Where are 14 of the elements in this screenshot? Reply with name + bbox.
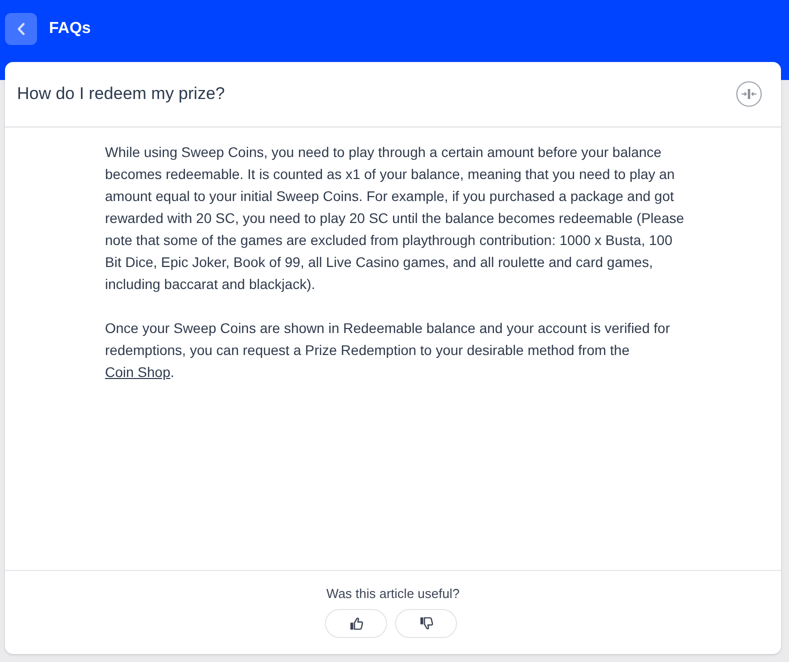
answer-paragraph: Once your Sweep Coins are shown in Redeemable balance and your account is verified for redemptions, you can request a Prize Redemption to your desirable method from the Coin Shop. — [105, 319, 671, 382]
collapse-button[interactable] — [736, 81, 762, 107]
answer-paragraph: While using Sweep Coins, you need to play through a certain amount before your balance becomes redeemable. It is counted as x1 of your balance, meaning that you need to play an amount equal to your initial Sweep Coins. For example, if you purchased a package and got rewarded with 20 SC, you need to play 20 SC until the balance becomes redeemable (Please note that some of the games are excluded from playthrough contribution: 1000 x Busta, 100 Bit Dice, Epic Joker, Book of 99, all Live Casino games, and all roulette and card games, including baccarat and blackjack). — [105, 143, 685, 294]
coin-shop-link[interactable]: Coin Shop — [105, 364, 170, 380]
thumbs-up-button[interactable] — [325, 609, 387, 638]
collapse-icon — [736, 81, 762, 107]
thumbs-down-icon — [420, 617, 432, 630]
faq-question: How do I redeem my prize? — [17, 83, 225, 106]
page-title: FAQs — [49, 19, 91, 39]
chevron-left-icon — [17, 23, 25, 35]
back-button[interactable] — [5, 13, 37, 45]
thumbs-down-button[interactable] — [395, 609, 457, 638]
thumbs-up-icon — [350, 617, 362, 630]
feedback-prompt: Was this article useful? — [326, 585, 460, 603]
